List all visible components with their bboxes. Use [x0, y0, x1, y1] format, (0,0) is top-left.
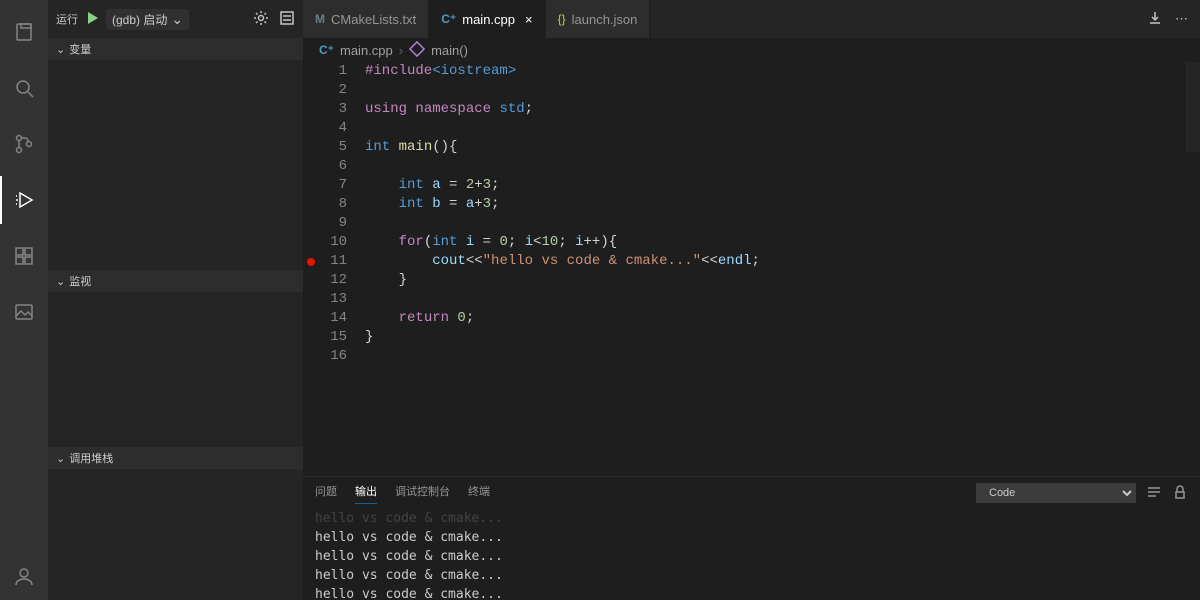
activity-account-icon[interactable]	[0, 552, 48, 600]
activity-extensions-icon[interactable]	[0, 232, 48, 280]
activity-bar	[0, 0, 48, 600]
editor-actions: ⋯	[1135, 0, 1200, 38]
word-wrap-icon[interactable]	[1146, 484, 1162, 503]
panel-tab-output[interactable]: 输出	[355, 483, 377, 504]
code-editor[interactable]: 12345678910111213141516 #include<iostrea…	[303, 62, 1200, 476]
chevron-down-icon: ⌄	[56, 452, 65, 465]
tab-launch-json[interactable]: {} launch.json	[546, 0, 651, 38]
minimap[interactable]	[1186, 62, 1200, 152]
breadcrumb[interactable]: C⁺ main.cpp › main()	[303, 38, 1200, 62]
watch-body	[48, 292, 303, 447]
activity-debug-icon[interactable]	[0, 176, 48, 224]
section-watch[interactable]: ⌄ 监视	[48, 270, 303, 292]
gear-icon[interactable]	[253, 10, 269, 29]
cpp-file-icon: C⁺	[441, 12, 456, 26]
close-icon[interactable]: ×	[525, 12, 533, 27]
activity-explorer-icon[interactable]	[0, 8, 48, 56]
section-callstack[interactable]: ⌄ 调用堆栈	[48, 447, 303, 469]
tab-main-cpp[interactable]: C⁺ main.cpp ×	[429, 0, 545, 38]
chevron-down-icon: ⌄	[56, 275, 65, 288]
panel-tabs: 问题 输出 调试控制台 终端 Code	[303, 477, 1200, 509]
variables-body	[48, 60, 303, 270]
chevron-right-icon: ›	[399, 43, 403, 58]
start-debug-icon[interactable]	[84, 10, 100, 29]
symbol-function-icon	[409, 41, 425, 60]
bottom-panel: 问题 输出 调试控制台 终端 Code hello vs code & cmak…	[303, 476, 1200, 600]
main-area: M CMakeLists.txt C⁺ main.cpp × {} launch…	[303, 0, 1200, 600]
activity-search-icon[interactable]	[0, 64, 48, 112]
run-label: 运行	[56, 11, 78, 27]
cpp-file-icon: C⁺	[319, 43, 334, 57]
activity-git-icon[interactable]	[0, 120, 48, 168]
run-header: 运行 (gdb) 启动 ⌄	[48, 0, 303, 38]
tab-cmakelists[interactable]: M CMakeLists.txt	[303, 0, 429, 38]
chevron-down-icon: ⌄	[171, 11, 183, 28]
section-variables[interactable]: ⌄ 变量	[48, 38, 303, 60]
cmake-file-icon: M	[315, 12, 325, 26]
activity-image-icon[interactable]	[0, 288, 48, 336]
output-view[interactable]: hello vs code & cmake...hello vs code & …	[303, 509, 1200, 600]
more-icon[interactable]: ⋯	[1175, 11, 1188, 27]
panel-tab-problems[interactable]: 问题	[315, 483, 337, 503]
run-debug-sidebar: 运行 (gdb) 启动 ⌄ ⌄ 变量 ⌄ 监视 ⌄ 调用堆栈	[48, 0, 303, 600]
chevron-down-icon: ⌄	[56, 43, 65, 56]
download-icon[interactable]	[1147, 10, 1163, 29]
launch-config-dropdown[interactable]: (gdb) 启动 ⌄	[106, 9, 189, 30]
overflow-icon[interactable]	[279, 10, 295, 29]
json-file-icon: {}	[558, 12, 566, 26]
launch-config-name: (gdb) 启动	[112, 11, 167, 28]
panel-tab-terminal[interactable]: 终端	[468, 483, 490, 503]
output-channel-select[interactable]: Code	[976, 483, 1136, 503]
panel-tab-debug-console[interactable]: 调试控制台	[395, 483, 450, 503]
editor-tabs: M CMakeLists.txt C⁺ main.cpp × {} launch…	[303, 0, 1200, 38]
lock-icon[interactable]	[1172, 484, 1188, 503]
